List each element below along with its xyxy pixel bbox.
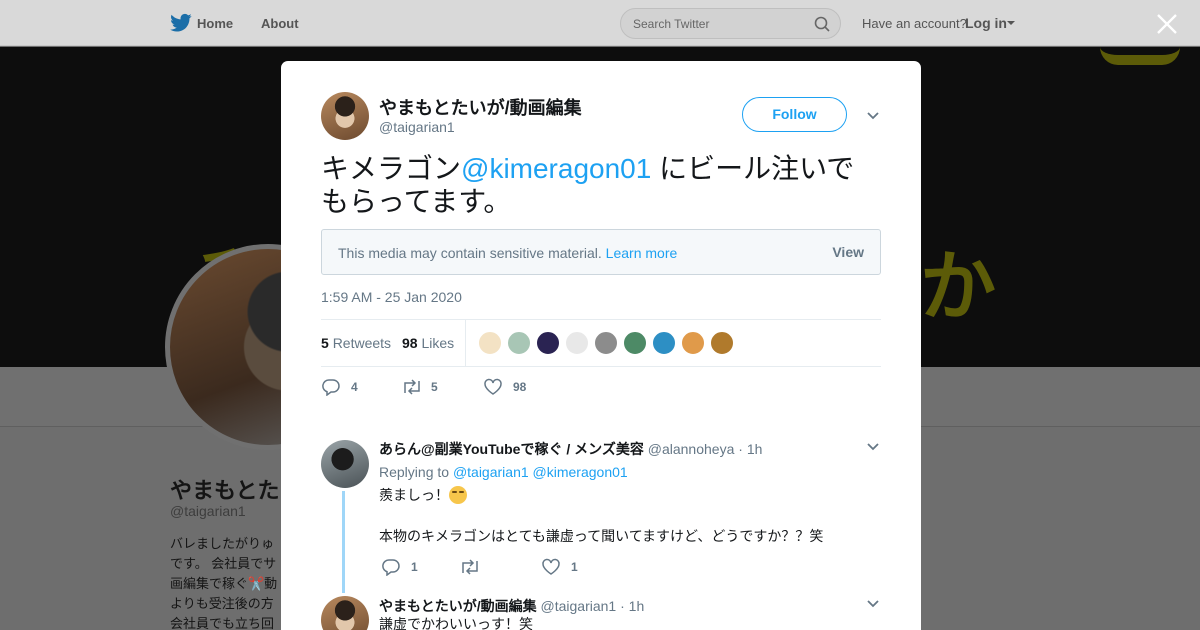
thread-line [342, 491, 345, 593]
reply-author-handle[interactable]: @taigarian1 [541, 598, 617, 614]
reply-avatar[interactable] [321, 596, 369, 630]
chevron-down-icon[interactable] [866, 440, 880, 454]
likes-stat[interactable]: 98 Likes [402, 335, 454, 351]
reply-like-count: 1 [571, 560, 578, 574]
reply-author-handle[interactable]: @alannoheya [648, 441, 735, 457]
author-name[interactable]: やまもとたいが/動画編集 [379, 94, 582, 120]
profile-bio: バレましたがりゅ です。 会社員でサ 画編集で稼ぐ✂️動 よりも受注後の方 会社… [170, 536, 278, 630]
reply-author: やまもとたいが/動画編集 @taigarian1 · 1h [379, 596, 644, 616]
reply-icon [382, 559, 400, 576]
sensitive-message-text: This media may contain sensitive materia… [338, 245, 602, 261]
top-nav-bar: Home About Search Twitter Have an accoun… [0, 0, 1200, 46]
learn-more-link[interactable]: Learn more [606, 245, 678, 261]
reply-author: あらん@副業YouTubeで稼ぐ / メンズ美容 @alannoheya · 1… [379, 439, 762, 459]
have-account-text: Have an account? [862, 16, 967, 31]
likes-count: 98 [402, 335, 418, 351]
retweet-icon [404, 379, 420, 395]
home-link[interactable]: Home [197, 16, 233, 31]
replying-label: Replying to [379, 464, 450, 480]
search-input[interactable]: Search Twitter [620, 8, 841, 39]
retweets-count: 5 [321, 335, 329, 351]
reply-text-line1: 謙虚でかわいいっす！笑 [379, 616, 533, 630]
chevron-down-icon[interactable] [866, 109, 880, 123]
reply-text-line1: 羨ましっ！ [379, 485, 467, 505]
sensitive-media-notice: This media may contain sensitive materia… [321, 229, 881, 275]
twitter-bird-icon[interactable] [170, 13, 192, 33]
reply-author-name[interactable]: やまもとたいが/動画編集 [379, 598, 537, 614]
heart-icon [542, 558, 560, 575]
reply-actions: 1 1 [381, 557, 921, 579]
tweet-timestamp[interactable]: 1:59 AM - 25 Jan 2020 [321, 289, 462, 305]
like-count: 98 [513, 380, 527, 394]
stats-divider [465, 320, 466, 367]
search-icon[interactable] [814, 16, 830, 32]
tweet-modal: やまもとたいが/動画編集 @taigarian1 Follow キメラゴン@ki… [281, 61, 921, 630]
close-icon[interactable] [1155, 12, 1179, 36]
retweets-label: Retweets [332, 335, 392, 351]
banner-stroke [1100, 47, 1180, 65]
chevron-down-icon[interactable] [1007, 21, 1015, 25]
retweet-count: 5 [431, 380, 438, 394]
face-emoji-icon [449, 486, 467, 504]
liker-avatar-8[interactable] [681, 331, 705, 355]
liker-avatar-3[interactable] [536, 331, 560, 355]
retweet-icon [462, 559, 478, 575]
reply-reply-count: 1 [411, 560, 418, 574]
liker-avatar-2[interactable] [507, 331, 531, 355]
reply-avatar[interactable] [321, 440, 369, 488]
author-handle[interactable]: @taigarian1 [379, 119, 455, 135]
reply-count: 4 [351, 380, 358, 394]
liker-avatar-7[interactable] [652, 331, 676, 355]
replying-to: Replying to @taigarian1 @kimeragon01 [379, 464, 628, 480]
tweet-mention-link[interactable]: @kimeragon01 [461, 153, 651, 184]
author-avatar[interactable] [321, 92, 369, 140]
reply-icon [322, 379, 340, 396]
reply-text-line2: 本物のキメラゴンはとても謙虚って聞いてますけど、どうですか？？笑 [379, 528, 824, 544]
search-placeholder: Search Twitter [633, 17, 710, 31]
reply-separator: · [620, 598, 625, 614]
view-media-button[interactable]: View [832, 244, 864, 260]
retweets-stat[interactable]: 5 Retweets [321, 335, 391, 351]
tweet-text-before: キメラゴン [321, 153, 462, 184]
tweet-actions: 4 5 98 [321, 377, 881, 399]
likes-label: Likes [421, 335, 455, 351]
reply-separator: · [738, 441, 743, 457]
reply-time[interactable]: 1h [747, 441, 763, 457]
liker-avatar-6[interactable] [623, 331, 647, 355]
liker-avatar-9[interactable] [710, 331, 734, 355]
about-link[interactable]: About [261, 16, 299, 31]
follow-button[interactable]: Follow [742, 97, 847, 132]
reply-time[interactable]: 1h [629, 598, 645, 614]
liker-avatar-5[interactable] [594, 331, 618, 355]
liker-avatar-4[interactable] [565, 331, 589, 355]
replying-mention-1[interactable]: @taigarian1 [453, 464, 529, 480]
tweet-stats: 5 Retweets 98 Likes [321, 319, 881, 367]
liker-avatar-1[interactable] [478, 331, 502, 355]
tweet-text: キメラゴン@kimeragon01 にビール注いでもらってます。 [321, 152, 881, 218]
login-button[interactable]: Log in [965, 15, 1007, 31]
reply-author-name[interactable]: あらん@副業YouTubeで稼ぐ / メンズ美容 [379, 441, 644, 457]
banner-text-right: か [920, 242, 996, 331]
profile-handle: @taigarian1 [170, 503, 246, 519]
heart-icon [484, 378, 502, 395]
sensitive-message: This media may contain sensitive materia… [338, 245, 677, 261]
reply-line1-text: 羨ましっ！ [379, 487, 449, 503]
chevron-down-icon[interactable] [866, 597, 880, 611]
replying-mention-2[interactable]: @kimeragon01 [533, 464, 628, 480]
